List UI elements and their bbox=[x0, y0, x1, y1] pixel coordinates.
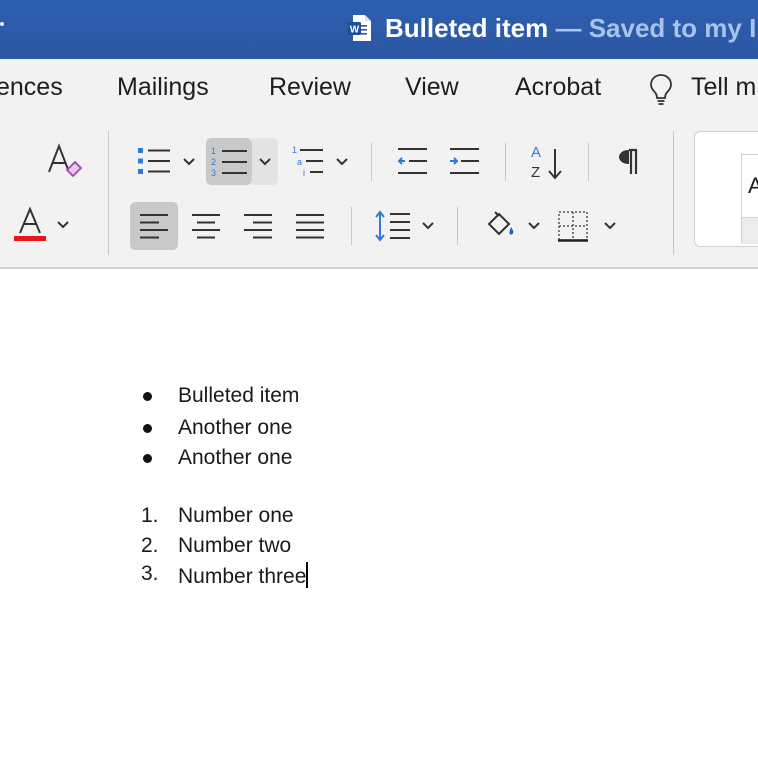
svg-text:1: 1 bbox=[211, 146, 216, 156]
number-marker: 2. bbox=[141, 534, 159, 557]
increase-indent-button[interactable] bbox=[444, 141, 484, 181]
tab-references[interactable]: ences bbox=[0, 73, 63, 102]
shading-dropdown-chevron-icon[interactable] bbox=[527, 221, 541, 231]
styles-gallery[interactable]: A bbox=[694, 131, 758, 247]
ribbon-tabs: ences Mailings Review View Acrobat Tell … bbox=[0, 59, 758, 121]
borders-icon bbox=[558, 211, 588, 242]
lightbulb-icon[interactable] bbox=[648, 72, 674, 106]
list-item[interactable]: Bulleted item bbox=[178, 384, 299, 408]
decrease-indent-icon bbox=[397, 148, 427, 174]
window-title: Bulleted item — Saved to my I bbox=[385, 13, 756, 44]
align-right-icon bbox=[244, 214, 272, 239]
list-item[interactable]: Number three bbox=[178, 562, 309, 589]
text-cursor bbox=[306, 562, 309, 588]
align-right-button[interactable] bbox=[238, 205, 278, 247]
multilevel-list-button[interactable]: 1 a i bbox=[288, 141, 328, 181]
group-divider bbox=[108, 131, 109, 255]
shading-button[interactable] bbox=[480, 205, 520, 247]
svg-text:2: 2 bbox=[211, 157, 216, 167]
borders-dropdown-chevron-icon[interactable] bbox=[603, 221, 617, 231]
bullet-marker bbox=[143, 424, 152, 433]
paint-bucket-icon bbox=[487, 211, 514, 236]
numbering-button[interactable]: 1 2 3 bbox=[206, 138, 252, 185]
bullets-button[interactable] bbox=[134, 141, 174, 181]
tab-tell-me[interactable]: Tell m bbox=[691, 73, 756, 102]
bullet-marker bbox=[143, 392, 152, 401]
list-item[interactable]: Number one bbox=[178, 504, 294, 528]
line-spacing-button[interactable] bbox=[370, 205, 414, 247]
document-canvas[interactable]: Bulleted item Another one Another one 1.… bbox=[0, 269, 758, 764]
svg-text:A: A bbox=[531, 144, 541, 161]
tab-acrobat[interactable]: Acrobat bbox=[515, 73, 601, 102]
justify-icon bbox=[296, 214, 324, 239]
style-preview-tile[interactable]: A bbox=[741, 154, 758, 244]
align-center-button[interactable] bbox=[186, 205, 226, 247]
font-color-button[interactable] bbox=[10, 205, 50, 245]
numbering-dropdown[interactable] bbox=[252, 138, 278, 185]
numbered-list-icon: 1 2 3 bbox=[211, 146, 247, 178]
svg-text:3: 3 bbox=[211, 168, 216, 178]
tab-view[interactable]: View bbox=[405, 73, 459, 102]
style-preview-label: A bbox=[748, 173, 758, 198]
align-center-icon bbox=[192, 214, 220, 239]
list-item[interactable]: Number two bbox=[178, 534, 291, 558]
document-name: Bulleted item bbox=[385, 13, 549, 43]
svg-text:a: a bbox=[297, 157, 302, 167]
bullet-marker bbox=[143, 454, 152, 463]
font-color-icon bbox=[14, 206, 46, 241]
group-divider bbox=[371, 143, 372, 181]
number-marker: 3. bbox=[141, 562, 159, 585]
list-item[interactable]: Another one bbox=[178, 416, 292, 440]
number-marker: 1. bbox=[141, 504, 159, 527]
ribbon: 1 2 3 1 a i A Z A bbox=[0, 121, 758, 268]
borders-button[interactable] bbox=[553, 205, 593, 247]
decrease-indent-button[interactable] bbox=[392, 141, 432, 181]
multilevel-dropdown-chevron-icon[interactable] bbox=[335, 157, 349, 167]
list-item[interactable]: Another one bbox=[178, 446, 292, 470]
group-divider bbox=[351, 207, 352, 245]
tab-mailings[interactable]: Mailings bbox=[117, 73, 209, 102]
bullet-list-icon bbox=[138, 148, 170, 174]
clear-formatting-button[interactable] bbox=[44, 141, 84, 181]
save-status: — Saved to my I bbox=[548, 13, 757, 43]
increase-indent-icon bbox=[450, 148, 479, 174]
show-formatting-button[interactable] bbox=[610, 141, 646, 181]
font-color-dropdown-chevron-icon[interactable] bbox=[56, 220, 70, 230]
word-icon: W bbox=[348, 15, 371, 41]
svg-text:W: W bbox=[350, 25, 360, 36]
style-preview-caption-strip bbox=[742, 217, 758, 244]
align-left-icon bbox=[140, 214, 168, 239]
align-left-button[interactable] bbox=[130, 202, 178, 250]
group-divider bbox=[673, 131, 674, 255]
line-spacing-icon bbox=[375, 210, 410, 242]
svg-text:1: 1 bbox=[292, 145, 297, 155]
group-divider bbox=[457, 207, 458, 245]
multilevel-list-icon: 1 a i bbox=[292, 145, 323, 178]
numbering-dropdown-chevron-icon bbox=[259, 157, 271, 165]
line-spacing-dropdown-chevron-icon[interactable] bbox=[421, 221, 435, 231]
svg-text:Z: Z bbox=[531, 164, 540, 181]
bullets-dropdown-chevron-icon[interactable] bbox=[182, 157, 196, 167]
svg-text:i: i bbox=[303, 168, 305, 178]
group-divider bbox=[588, 143, 589, 181]
clear-formatting-icon bbox=[48, 143, 83, 178]
sort-button[interactable]: A Z bbox=[526, 139, 568, 183]
title-bar: W Bulleted item — Saved to my I bbox=[0, 0, 758, 59]
group-divider bbox=[505, 143, 506, 181]
tab-review[interactable]: Review bbox=[269, 73, 351, 102]
font-color-swatch bbox=[14, 236, 46, 241]
sort-icon: A Z bbox=[531, 144, 562, 181]
justify-button[interactable] bbox=[290, 205, 330, 247]
pilcrow-icon bbox=[619, 148, 638, 174]
list-item-text: Number three bbox=[178, 565, 307, 588]
window-control-dot[interactable] bbox=[0, 22, 4, 26]
